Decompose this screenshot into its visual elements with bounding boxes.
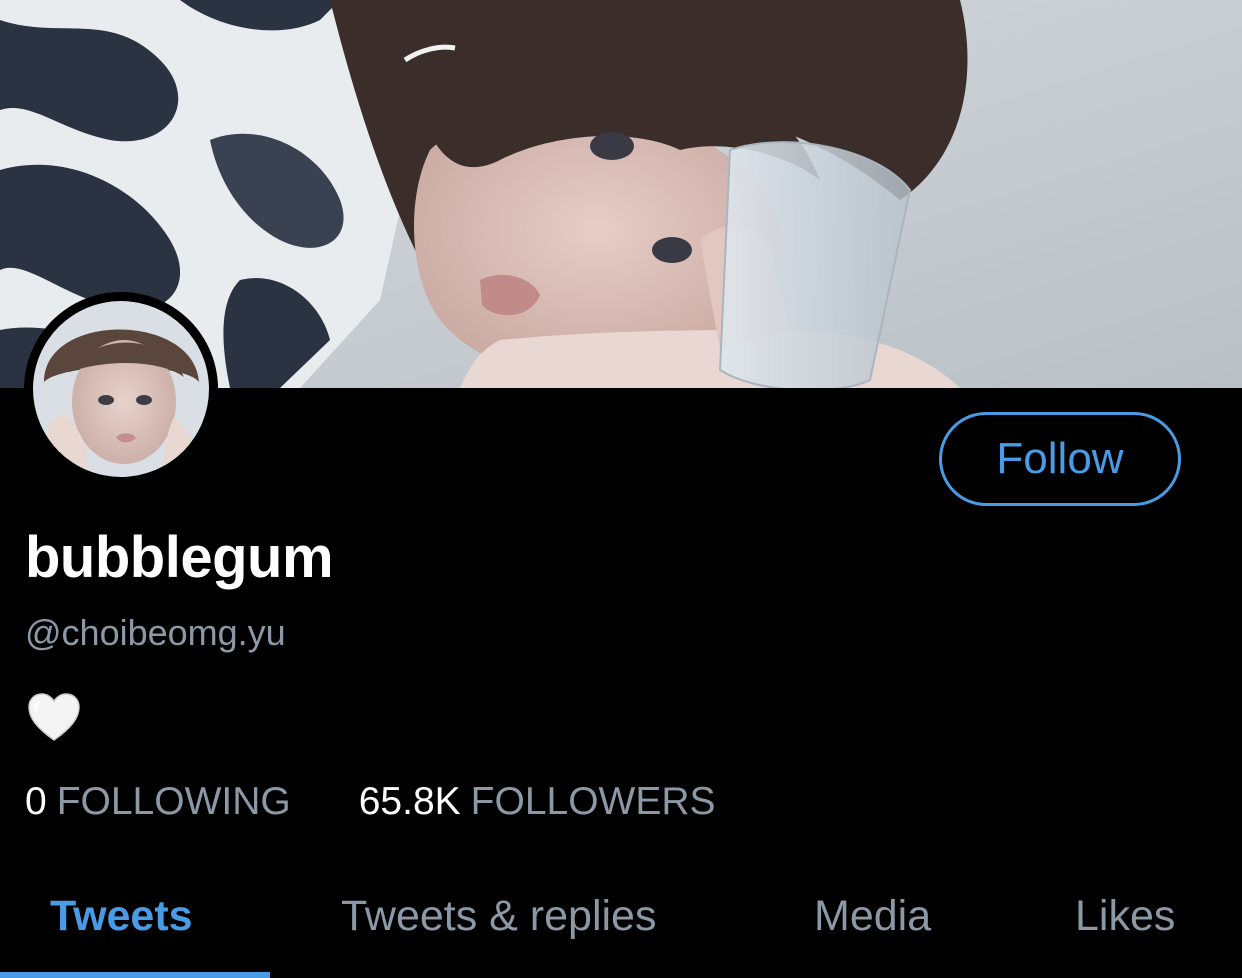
username-handle: @choibeomg.yu [25, 612, 286, 653]
follow-button[interactable]: Follow [939, 412, 1181, 506]
bio-white-heart-icon [27, 692, 81, 744]
active-tab-indicator [0, 972, 270, 978]
following-label: FOLLOWING [56, 780, 291, 823]
tab-likes[interactable]: Likes [1075, 892, 1175, 941]
profile-tabs: Tweets Tweets & replies Media Likes [0, 870, 1242, 978]
tab-tweets-replies[interactable]: Tweets & replies [341, 892, 656, 941]
following-count: 0 [25, 780, 47, 823]
profile-stats: 0 FOLLOWING 65.8K FOLLOWERS [25, 780, 716, 824]
followers-stat[interactable]: 65.8K FOLLOWERS [359, 780, 716, 824]
display-name: bubblegum [25, 525, 334, 590]
tab-media[interactable]: Media [814, 892, 931, 941]
followers-count: 65.8K [358, 780, 461, 823]
followers-label: FOLLOWERS [470, 780, 716, 823]
tab-tweets[interactable]: Tweets [50, 892, 193, 941]
following-stat[interactable]: 0 FOLLOWING [25, 780, 291, 824]
avatar-photo [24, 292, 218, 486]
profile-avatar[interactable] [24, 292, 218, 486]
